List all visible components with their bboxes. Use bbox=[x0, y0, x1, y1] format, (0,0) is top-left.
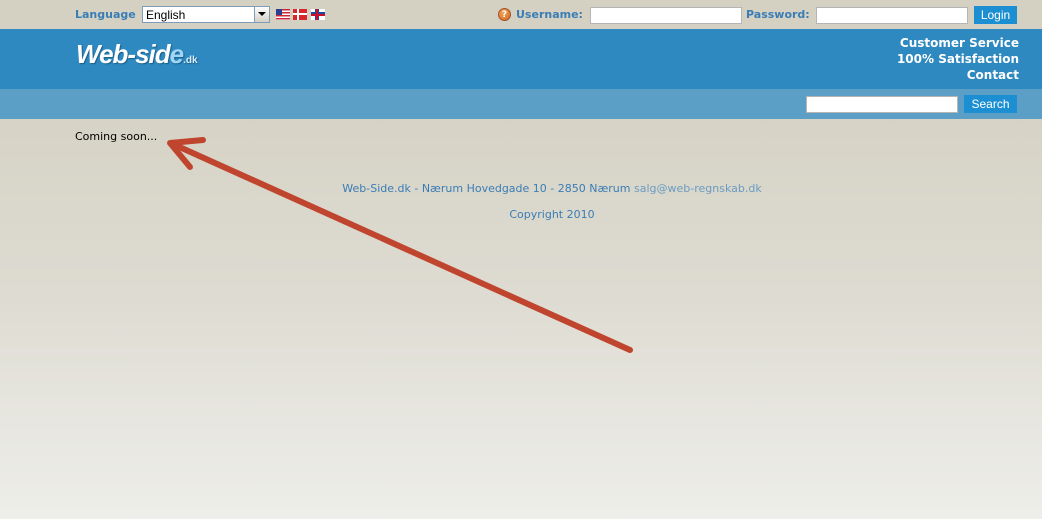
annotation-arrow bbox=[167, 137, 633, 353]
annotation-arrow-shaft bbox=[172, 142, 633, 353]
